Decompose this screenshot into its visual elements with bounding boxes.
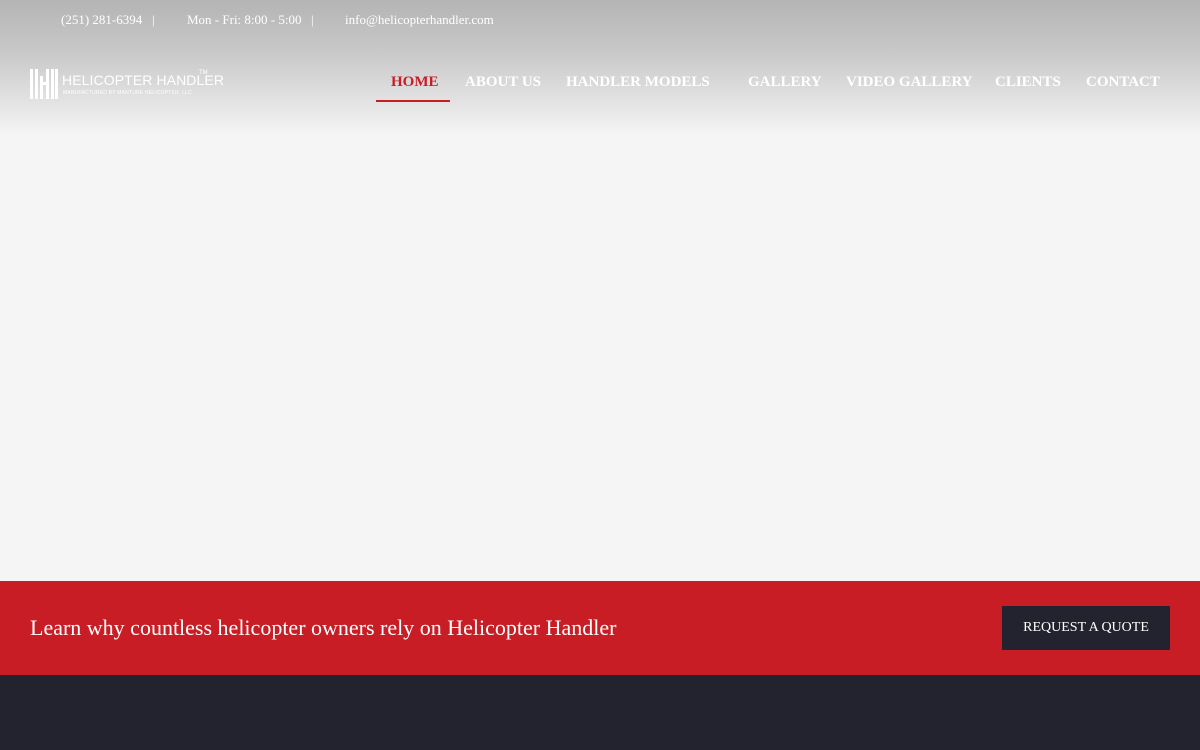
main-navigation: HOME ABOUT US HANDLER MODELS GALLERY VID… [0,0,1200,110]
nav-item-about-us[interactable]: ABOUT US [465,74,541,91]
nav-item-handler-models[interactable]: HANDLER MODELS [566,74,710,91]
nav-item-clients[interactable]: CLIENTS [995,74,1061,91]
cta-message: Learn why countless helicopter owners re… [30,615,617,640]
nav-item-home[interactable]: HOME [391,74,439,91]
active-nav-indicator [376,100,450,102]
nav-item-contact[interactable]: CONTACT [1086,74,1160,91]
nav-item-gallery[interactable]: GALLERY [748,74,822,91]
nav-item-video-gallery[interactable]: VIDEO GALLERY [846,74,973,91]
cta-banner: Learn why countless helicopter owners re… [0,581,1200,675]
footer-section [0,675,1200,750]
request-quote-button[interactable]: REQUEST A QUOTE [1002,606,1170,650]
